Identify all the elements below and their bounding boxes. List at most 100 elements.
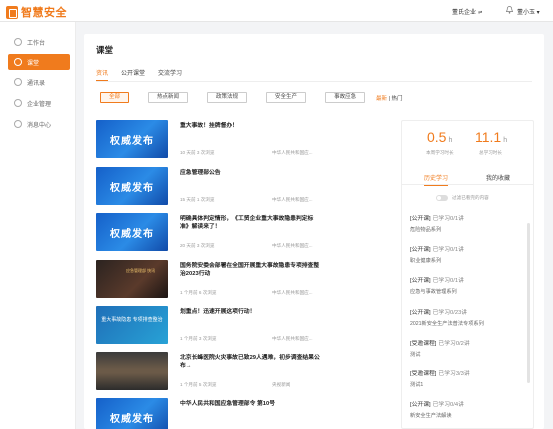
course-item[interactable]: [公开课] 已学习0/4讲 新安全生产法解读: [410, 399, 520, 419]
panel-scrollbar[interactable]: [527, 223, 530, 383]
total-study-label: 总学习时长: [479, 150, 502, 155]
sidebar-item-label: 通讯录: [27, 80, 46, 87]
total-study-unit: h: [503, 137, 508, 144]
course-item[interactable]: [公开课] 已学习0/1讲 应急与事故管理系列: [410, 275, 520, 295]
total-study-time: 11.1 h: [475, 129, 507, 145]
course-tag: [受邀课程]: [410, 371, 437, 377]
filter-finished-toggle[interactable]: [436, 195, 448, 201]
course-name: 职业健康系列: [410, 258, 442, 264]
classroom-icon: [14, 58, 22, 66]
sidebar-item-contacts[interactable]: 通讯录: [8, 74, 70, 90]
article-source: 中华人民共和国应...: [272, 290, 313, 295]
filter-policy[interactable]: 政策法规: [207, 92, 248, 103]
filter-finished-label: 过滤已看完的内容: [452, 195, 489, 200]
article-title[interactable]: 国务院安委会部署在全国开展重大事故隐患专项排查整治2023行动: [180, 262, 320, 278]
week-study-time: 0.5 h: [427, 129, 452, 145]
course-tag: [公开课]: [410, 278, 431, 284]
list-item[interactable]: 权威发布 中华人民共和国应急管理部令 第10号: [96, 398, 384, 429]
user-name: 董小玉: [517, 10, 536, 16]
main-content: 课堂 资讯 公开课堂 交流学习 全部 热点新闻 政策法规 安全生产 事故应急 最…: [84, 34, 544, 429]
tab-news[interactable]: 资讯: [96, 68, 109, 81]
list-item[interactable]: 权威发布 明确具体判定情形，《工贸企业重大事故隐患判定标准》解读来了！ 20 天…: [96, 213, 384, 251]
course-progress: 已学习3/3讲: [438, 371, 470, 377]
swap-icon: ⇌: [478, 10, 483, 16]
filter-hot-news[interactable]: 热点新闻: [148, 92, 189, 103]
list-item[interactable]: 权威发布 应急管理部公告 15 天前 1 次浏览 中华人民共和国应...: [96, 167, 384, 205]
article-thumbnail: 权威发布: [96, 167, 168, 205]
article-thumbnail: 权威发布: [96, 213, 168, 251]
thumbnail-text: 权威发布: [110, 414, 154, 425]
article-title[interactable]: 北京长峰医院火灾事故已致29人遇难，初步调查结果公布→: [180, 354, 320, 370]
course-tag: [公开课]: [410, 216, 431, 222]
tab-favorites[interactable]: 我的收藏: [486, 173, 510, 182]
article-meta: 1 个月前 5 次浏览: [180, 382, 217, 387]
enterprise-icon: [14, 99, 22, 107]
sidebar: 工作台 课堂 通讯录 企业管理 消息中心: [0, 22, 76, 429]
thumbnail-text: 权威发布: [110, 229, 154, 240]
course-progress: 已学习0/1讲: [432, 278, 464, 284]
sidebar-item-classroom[interactable]: 课堂: [8, 54, 70, 70]
course-item[interactable]: [受邀课程] 已学习3/3讲 测试1: [410, 368, 520, 388]
sidebar-item-workbench[interactable]: 工作台: [8, 34, 70, 50]
message-icon: [14, 120, 22, 128]
sidebar-item-messages[interactable]: 消息中心: [8, 116, 70, 132]
filter-emergency[interactable]: 事故应急: [325, 92, 366, 103]
sort-separator: |: [388, 96, 390, 102]
company-switcher[interactable]: 董氏企业 ⇌: [452, 7, 482, 16]
tab-public-class[interactable]: 公开课堂: [121, 68, 145, 81]
course-progress: 已学习0/4讲: [432, 402, 464, 408]
logo-text: 智慧安全: [21, 6, 67, 19]
course-item[interactable]: [公开课] 已学习0/1讲 危险物品系列: [410, 213, 520, 233]
content-tabs: 资讯 公开课堂 交流学习: [96, 68, 195, 81]
sort-latest[interactable]: 最新: [376, 96, 387, 102]
article-title[interactable]: 中华人民共和国应急管理部令 第10号: [180, 400, 320, 408]
sidebar-item-enterprise[interactable]: 企业管理: [8, 95, 70, 111]
week-study-value: 0.5: [427, 129, 447, 145]
sidebar-item-label: 消息中心: [27, 122, 52, 129]
bell-icon[interactable]: [506, 6, 513, 14]
list-item[interactable]: 应急管理部 快讯 国务院安委会部署在全国开展重大事故隐患专项排查整治2023行动…: [96, 260, 384, 298]
course-progress: 已学习0/23讲: [432, 310, 468, 316]
course-tag: [公开课]: [410, 310, 431, 316]
tab-history[interactable]: 历史学习: [424, 173, 449, 186]
sort-hot[interactable]: 热门: [392, 96, 403, 102]
article-title[interactable]: 重大事故！挂牌督办！: [180, 122, 320, 130]
course-name: 危险物品系列: [410, 227, 442, 233]
article-source: 中华人民共和国应...: [272, 197, 313, 202]
article-meta: 15 天前 1 次浏览: [180, 197, 215, 202]
week-study-label: 本周学习时长: [426, 150, 454, 155]
total-study-value: 11.1: [475, 129, 502, 145]
logo[interactable]: 智慧安全: [6, 4, 67, 20]
thumbnail-text: 权威发布: [110, 136, 154, 147]
page-title: 课堂: [96, 45, 114, 55]
logo-icon: [6, 5, 18, 19]
article-title[interactable]: 明确具体判定情形，《工贸企业重大事故隐患判定标准》解读来了！: [180, 215, 320, 231]
tab-exchange[interactable]: 交流学习: [158, 68, 182, 81]
article-title[interactable]: 划重点！迅速开展这项行动！: [180, 308, 320, 316]
filter-safety[interactable]: 安全生产: [266, 92, 307, 103]
course-progress: 已学习0/1讲: [432, 247, 464, 253]
course-item[interactable]: [公开课] 已学习0/23讲 2021新安全生产法普法专项系列: [410, 307, 520, 327]
article-thumbnail: 权威发布: [96, 120, 168, 158]
contacts-icon: [14, 78, 22, 86]
course-item[interactable]: [公开课] 已学习0/1讲 职业健康系列: [410, 244, 520, 264]
list-item[interactable]: 重大事故隐患 专项排查整治 划重点！迅速开展这项行动！ 1 个月前 3 次浏览 …: [96, 306, 384, 344]
course-name: 测试1: [410, 382, 424, 388]
course-name: 测试: [410, 352, 421, 358]
filter-all[interactable]: 全部: [100, 92, 130, 103]
article-source: 中华人民共和国应...: [272, 336, 313, 341]
course-item[interactable]: [受邀课程] 已学习0/2讲 测试: [410, 338, 520, 358]
course-name: 应急与事故管理系列: [410, 289, 457, 295]
divider: [96, 81, 532, 82]
article-title[interactable]: 应急管理部公告: [180, 169, 320, 177]
sidebar-item-label: 课堂: [27, 60, 40, 67]
sidebar-item-label: 企业管理: [27, 101, 52, 108]
user-menu[interactable]: 董小玉 ▾: [517, 7, 540, 16]
list-item[interactable]: 权威发布 重大事故！挂牌督办！ 10 天前 3 次浏览 中华人民共和国应...: [96, 120, 384, 158]
sort-options: 最新 | 热门: [376, 94, 403, 102]
course-tag: [公开课]: [410, 247, 431, 253]
course-progress: 已学习0/2讲: [438, 341, 470, 347]
article-thumbnail: [96, 352, 168, 390]
list-item[interactable]: 北京长峰医院火灾事故已致29人遇难，初步调查结果公布→ 1 个月前 5 次浏览 …: [96, 352, 384, 390]
company-name: 董氏企业: [452, 10, 477, 16]
